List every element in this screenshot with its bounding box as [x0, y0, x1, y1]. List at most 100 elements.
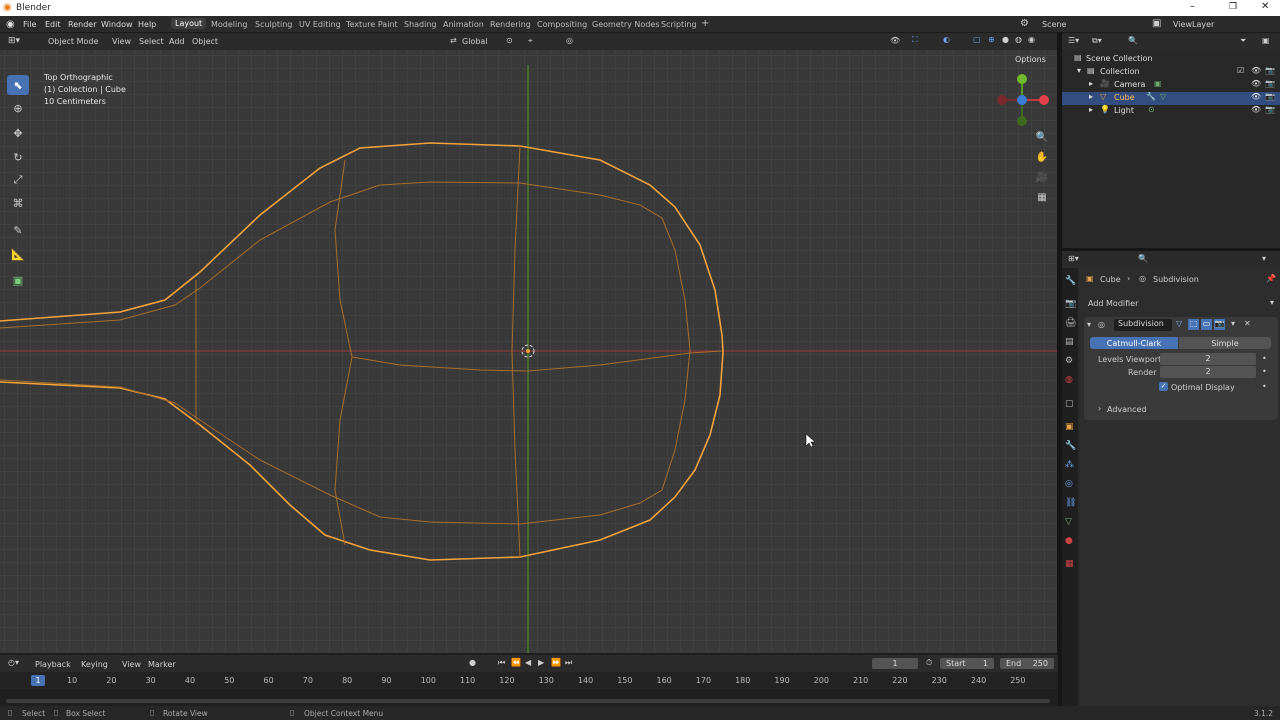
gizmo-neg-y-axis-icon[interactable]	[1017, 116, 1027, 126]
properties-search-icon[interactable]: 🔍	[1138, 254, 1148, 263]
view-layer-tab-icon[interactable]: ▤	[1065, 337, 1074, 347]
play-reverse-icon[interactable]: ◀	[525, 658, 531, 667]
annotate-tool-icon[interactable]: ✎	[7, 220, 29, 240]
next-keyframe-icon[interactable]: ⏩	[551, 658, 561, 667]
timeline-scrollbar[interactable]	[6, 699, 1050, 703]
checkbox-icon[interactable]: ☑	[1237, 66, 1244, 75]
catmull-clark-button[interactable]: Catmull-Clark	[1090, 337, 1178, 349]
scene-name[interactable]: Scene	[1042, 20, 1066, 29]
record-icon[interactable]: ●	[469, 658, 476, 667]
modifier-menu-icon[interactable]: ▾	[1231, 319, 1235, 328]
timeline-ruler[interactable]: 1 10 20 30 40 50 60 70 80 90 100 110 120 130 140 150 16…	[0, 672, 1058, 689]
tab-uv-editing[interactable]: UV Editing	[299, 20, 341, 29]
data-tab-icon[interactable]: ▽	[1065, 517, 1072, 527]
playhead[interactable]: 1	[31, 675, 45, 686]
menu-file[interactable]: File	[23, 20, 36, 29]
start-frame-field[interactable]: Start 1	[940, 658, 994, 669]
current-frame-field[interactable]: 1	[872, 658, 918, 669]
render-tab-icon[interactable]: 📷	[1065, 299, 1076, 309]
filter-icon[interactable]: ⏷	[1240, 36, 1246, 46]
scene-tab-icon[interactable]: ⚙	[1065, 356, 1073, 366]
material-tab-icon[interactable]: ●	[1065, 536, 1073, 546]
collection-tab-icon[interactable]: ▢	[1065, 399, 1074, 409]
modifier-tab-icon[interactable]: 🔧	[1065, 441, 1076, 451]
select-box-tool-icon[interactable]: ⬉	[7, 75, 29, 95]
outliner-editor-icon[interactable]: ☰▾	[1068, 36, 1079, 45]
gizmo-z-axis-icon[interactable]	[1017, 95, 1027, 105]
world-tab-icon[interactable]: ◍	[1065, 375, 1073, 385]
viewport-toggle-icon[interactable]: ▭	[1201, 319, 1212, 330]
constraints-tab-icon[interactable]: ⛓	[1065, 498, 1076, 508]
expand-icon[interactable]: ▸	[1089, 105, 1093, 114]
tab-compositing[interactable]: Compositing	[537, 20, 587, 29]
object-menu[interactable]: Object	[192, 37, 218, 46]
add-workspace-icon[interactable]: +	[701, 18, 709, 29]
restore-icon[interactable]: ❐	[1229, 2, 1237, 12]
camera-render-icon[interactable]: 📷	[1265, 79, 1275, 88]
eye-icon[interactable]: 👁	[1251, 92, 1261, 101]
jump-end-icon[interactable]: ⏭	[565, 658, 572, 668]
3d-viewport[interactable]: Top Orthographic (1) Collection | Cube 1…	[0, 50, 1057, 653]
keying-menu[interactable]: Keying	[81, 660, 108, 669]
tab-shading[interactable]: Shading	[404, 20, 437, 29]
gizmo-toggle-icon[interactable]: ⛶	[912, 35, 918, 45]
keyframe-dot-icon[interactable]: •	[1262, 382, 1267, 391]
tab-geometry-nodes[interactable]: Geometry Nodes	[592, 20, 659, 29]
view-menu[interactable]: View	[112, 37, 131, 46]
rendered-shading-icon[interactable]: ◉	[1028, 35, 1035, 44]
advanced-subpanel[interactable]: Advanced	[1107, 405, 1147, 414]
outliner-row-collection[interactable]: ▾ ▤ Collection ☑ 👁 📷	[1062, 66, 1280, 79]
keyframe-dot-icon[interactable]: •	[1262, 367, 1267, 376]
playback-menu[interactable]: Playback	[35, 660, 71, 669]
edit-mode-toggle-icon[interactable]: ▽	[1176, 319, 1182, 328]
stopwatch-icon[interactable]: ⏱	[926, 658, 932, 668]
select-menu[interactable]: Select	[139, 37, 164, 46]
modifier-name-field[interactable]: Subdivision	[1114, 319, 1172, 331]
object-tab-icon[interactable]: ▣	[1065, 422, 1074, 432]
simple-button[interactable]: Simple	[1179, 337, 1271, 349]
mode-selector[interactable]: Object Mode	[48, 37, 98, 46]
proportional-edit-icon[interactable]: ◎	[566, 36, 573, 45]
cage-toggle-icon[interactable]: ⬚	[1188, 319, 1199, 330]
snap-icon[interactable]: ⌖	[528, 36, 533, 46]
play-icon[interactable]: ▶	[538, 658, 544, 667]
pan-hand-icon[interactable]: ✋	[1033, 148, 1051, 166]
add-menu[interactable]: Add	[169, 37, 185, 46]
outliner-row-light[interactable]: ▸ 💡 Light ⊙ 👁 📷	[1062, 105, 1280, 118]
view-layer-icon[interactable]: ▣	[1152, 18, 1161, 29]
eye-icon[interactable]: 👁	[1251, 105, 1261, 114]
menu-window[interactable]: Window	[101, 20, 133, 29]
view-layer-name[interactable]: ViewLayer	[1173, 20, 1214, 29]
wireframe-shading-icon[interactable]: ⊕	[988, 35, 995, 44]
tab-layout[interactable]: Layout	[171, 18, 207, 29]
outliner-row-camera[interactable]: ▸ 🎥 Camera ▣ 👁 📷	[1062, 79, 1280, 92]
menu-render[interactable]: Render	[68, 20, 96, 29]
outliner-row-cube[interactable]: ▸ ▽ Cube 🔧 ▽ 👁 📷	[1062, 92, 1280, 105]
levels-viewport-field[interactable]: 2	[1160, 353, 1256, 365]
expand-icon[interactable]: ▾	[1077, 66, 1081, 75]
advanced-expand-icon[interactable]: ›	[1098, 404, 1101, 413]
visibility-icon[interactable]: 👁	[890, 36, 900, 45]
transform-orientation[interactable]: Global	[462, 37, 488, 46]
scene-icon[interactable]: ⚙	[1020, 18, 1029, 29]
transform-tool-icon[interactable]: ⌘	[7, 193, 29, 213]
tab-sculpting[interactable]: Sculpting	[255, 20, 292, 29]
rotate-tool-icon[interactable]: ↻	[7, 147, 29, 167]
timeline-editor-icon[interactable]: ◴▾	[8, 658, 19, 667]
close-icon[interactable]: ✕	[1261, 1, 1269, 12]
camera-render-icon[interactable]: 📷	[1265, 66, 1275, 75]
output-tab-icon[interactable]: 🖨	[1065, 318, 1076, 328]
render-levels-field[interactable]: 2	[1160, 366, 1256, 378]
camera-view-icon[interactable]: 🎥	[1033, 168, 1051, 186]
texture-tab-icon[interactable]: ▦	[1065, 559, 1074, 569]
collapse-icon[interactable]: ▾	[1087, 320, 1091, 329]
gizmo-y-axis-icon[interactable]	[1017, 74, 1027, 84]
render-toggle-icon[interactable]: 📷	[1214, 319, 1225, 330]
xray-toggle-icon[interactable]: ▢	[973, 35, 981, 44]
tool-tab-icon[interactable]: 🔧	[1065, 276, 1076, 286]
pin-icon[interactable]: 📌	[1266, 274, 1276, 283]
prev-keyframe-icon[interactable]: ⏪	[511, 658, 521, 667]
gizmo-x-axis-icon[interactable]	[1039, 95, 1049, 105]
options-dropdown[interactable]: Options	[1015, 55, 1046, 64]
particles-tab-icon[interactable]: ⁂	[1065, 460, 1074, 470]
